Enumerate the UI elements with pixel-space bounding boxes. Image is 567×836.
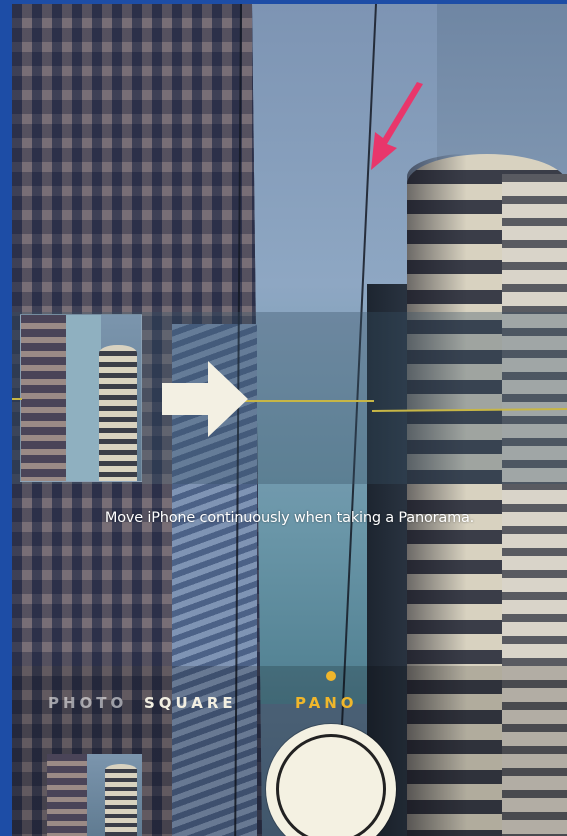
- horizon-guide-center: [244, 400, 374, 402]
- horizon-guide-left: [12, 398, 22, 400]
- arrow-right-icon[interactable]: [162, 361, 248, 437]
- thumb-left-building: [47, 754, 87, 836]
- panorama-instruction-text: Move iPhone continuously when taking a P…: [104, 510, 475, 526]
- shutter-inner-ring: [276, 734, 386, 836]
- camera-viewfinder: Move iPhone continuously when taking a P…: [12, 4, 567, 836]
- mode-pano[interactable]: PANO: [295, 694, 358, 712]
- mode-square[interactable]: SQUARE: [144, 694, 237, 712]
- last-photo-thumbnail[interactable]: [47, 754, 142, 836]
- panorama-preview-thumbnail: [20, 314, 142, 482]
- preview-sky: [61, 315, 101, 481]
- preview-tower: [99, 345, 137, 481]
- preview-left-building: [21, 315, 66, 481]
- thumb-tower: [105, 764, 137, 836]
- mode-photo[interactable]: PHOTO: [48, 694, 127, 712]
- pink-pointer-arrow-icon: [371, 82, 423, 170]
- selected-mode-indicator: [326, 671, 336, 681]
